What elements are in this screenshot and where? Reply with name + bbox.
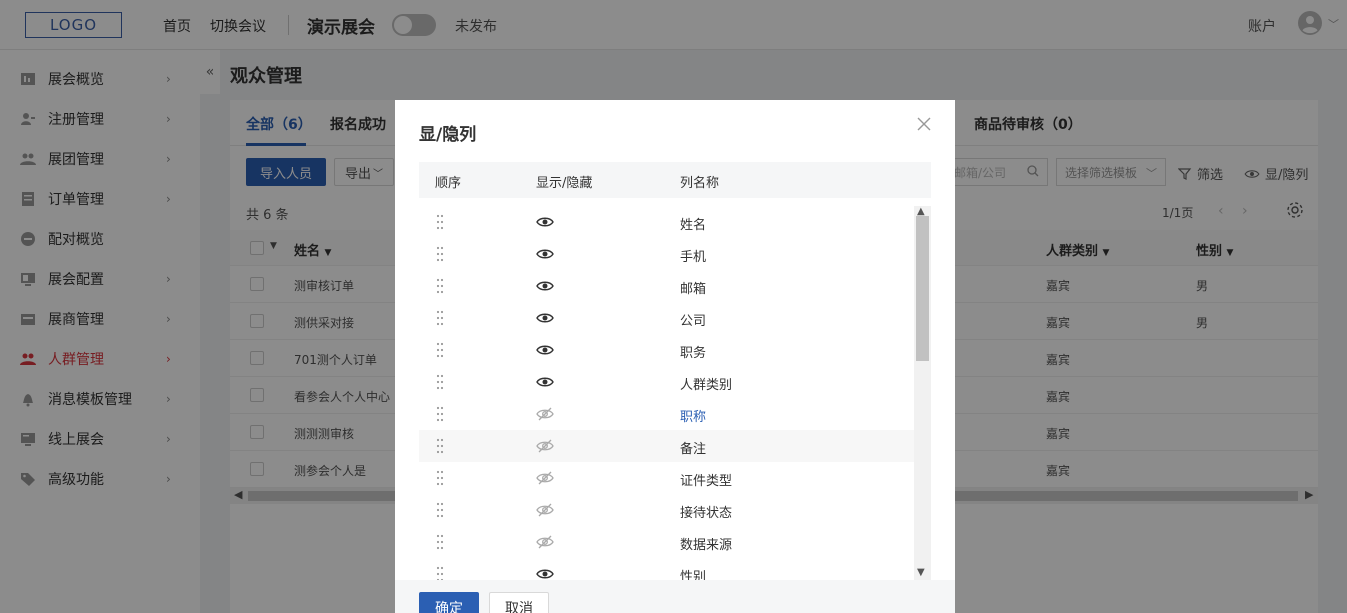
cancel-button[interactable]: 取消 xyxy=(489,592,549,613)
column-row[interactable]: 备注 xyxy=(419,430,914,462)
column-name: 职务 xyxy=(680,346,707,361)
eye-icon[interactable] xyxy=(536,343,554,357)
column-name: 备注 xyxy=(680,442,707,457)
scroll-down-icon[interactable]: ▼ xyxy=(917,567,925,578)
column-name: 证件类型 xyxy=(680,474,733,489)
column-name: 接待状态 xyxy=(680,506,733,521)
column-row[interactable]: 公司 xyxy=(419,302,914,334)
column-row[interactable]: 职务 xyxy=(419,334,914,366)
column-row[interactable]: 人群类别 xyxy=(419,366,914,398)
eye-icon[interactable] xyxy=(536,247,554,261)
column-name: 人群类别 xyxy=(680,378,733,393)
drag-handle-icon[interactable] xyxy=(436,342,444,358)
th-column-name: 列名称 xyxy=(680,176,720,191)
column-name: 公司 xyxy=(680,314,707,329)
column-name: 职称 xyxy=(680,410,707,425)
drag-handle-icon[interactable] xyxy=(436,214,444,230)
dialog-footer: 确定 取消 xyxy=(395,580,955,613)
eye-off-icon[interactable] xyxy=(536,503,554,517)
eye-off-icon[interactable] xyxy=(536,535,554,549)
drag-handle-icon[interactable] xyxy=(436,406,444,422)
th-order: 顺序 xyxy=(435,176,462,191)
dialog-table-header: 顺序 显示/隐藏 列名称 xyxy=(419,162,931,198)
drag-handle-icon[interactable] xyxy=(436,438,444,454)
column-row[interactable]: 邮箱 xyxy=(419,270,914,302)
columns-dialog: 显/隐列 顺序 显示/隐藏 列名称 姓名手机邮箱公司职务人群类别职称备注证件类型… xyxy=(395,100,955,613)
confirm-button[interactable]: 确定 xyxy=(419,592,479,613)
eye-icon[interactable] xyxy=(536,311,554,325)
drag-handle-icon[interactable] xyxy=(436,374,444,390)
column-row[interactable]: 手机 xyxy=(419,238,914,270)
eye-icon[interactable] xyxy=(536,279,554,293)
eye-off-icon[interactable] xyxy=(536,471,554,485)
drag-handle-icon[interactable] xyxy=(436,534,444,550)
drag-handle-icon[interactable] xyxy=(436,310,444,326)
column-row[interactable]: 姓名 xyxy=(419,206,914,238)
th-visibility: 显示/隐藏 xyxy=(536,176,593,191)
column-name: 姓名 xyxy=(680,218,707,233)
column-row[interactable]: 证件类型 xyxy=(419,462,914,494)
dialog-column-list: 姓名手机邮箱公司职务人群类别职称备注证件类型接待状态数据来源性别 ▲ ▼ xyxy=(419,206,931,580)
eye-icon[interactable] xyxy=(536,567,554,580)
drag-handle-icon[interactable] xyxy=(436,278,444,294)
dialog-title: 显/隐列 xyxy=(419,125,477,145)
column-row[interactable]: 数据来源 xyxy=(419,526,914,558)
vertical-scrollbar[interactable]: ▲ ▼ xyxy=(914,206,931,580)
column-name: 性别 xyxy=(680,570,707,580)
eye-icon[interactable] xyxy=(536,375,554,389)
eye-icon[interactable] xyxy=(536,215,554,229)
column-row[interactable]: 职称 xyxy=(419,398,914,430)
drag-handle-icon[interactable] xyxy=(436,246,444,262)
drag-handle-icon[interactable] xyxy=(436,566,444,580)
eye-off-icon[interactable] xyxy=(536,407,554,421)
column-row[interactable]: 接待状态 xyxy=(419,494,914,526)
drag-handle-icon[interactable] xyxy=(436,502,444,518)
drag-handle-icon[interactable] xyxy=(436,470,444,486)
column-name: 手机 xyxy=(680,250,707,265)
column-name: 数据来源 xyxy=(680,538,733,553)
eye-off-icon[interactable] xyxy=(536,439,554,453)
column-name: 邮箱 xyxy=(680,282,707,297)
column-row[interactable]: 性别 xyxy=(419,558,914,580)
scroll-thumb[interactable] xyxy=(916,216,929,361)
close-icon[interactable] xyxy=(916,116,932,132)
